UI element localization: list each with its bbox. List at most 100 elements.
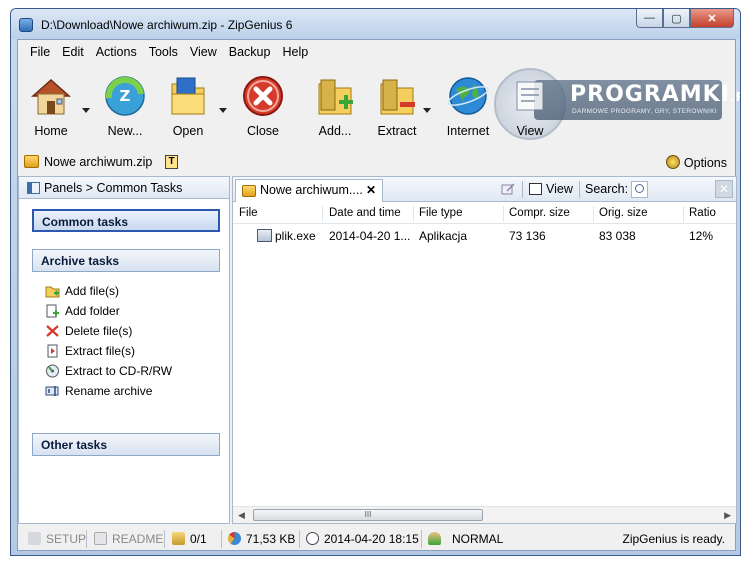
view-mode-button[interactable]: View [529, 182, 573, 196]
zipgenius-app-icon[interactable] [19, 18, 33, 32]
internet-globe-icon [446, 74, 490, 118]
menu-actions[interactable]: Actions [90, 42, 143, 62]
menu-bar: File Edit Actions Tools View Backup Help [18, 42, 314, 62]
status-separator [164, 530, 165, 548]
menu-view[interactable]: View [184, 42, 223, 62]
menu-edit[interactable]: Edit [56, 42, 90, 62]
file-count: 0/1 [172, 532, 207, 546]
options-button[interactable]: Options [665, 155, 727, 170]
panels-breadcrumb[interactable]: Panels > Common Tasks [19, 177, 229, 199]
edit-note-icon[interactable] [501, 183, 515, 195]
archive-bar: Nowe archiwum.zip T Options [18, 152, 735, 174]
options-gear-icon [665, 155, 680, 169]
add-folder-icon [45, 304, 60, 318]
cd-burn-icon [45, 364, 60, 378]
files-icon [172, 532, 185, 545]
close-window-button[interactable]: ✕ [690, 9, 734, 28]
task-add-files[interactable]: Add file(s) [45, 284, 119, 298]
status-message: ZipGenius is ready. [622, 532, 726, 546]
column-ratio[interactable]: Ratio [689, 207, 716, 219]
horizontal-scrollbar[interactable]: ◀ III ▶ [233, 506, 736, 523]
column-compr-size[interactable]: Compr. size [509, 207, 570, 219]
column-separator[interactable] [683, 206, 684, 222]
task-add-folder-label: Add folder [65, 304, 120, 318]
add-files-button[interactable]: Add... [308, 74, 362, 144]
window-title: D:\Download\Nowe archiwum.zip - ZipGeniu… [41, 18, 293, 32]
internet-label: Internet [446, 124, 490, 138]
task-delete-files[interactable]: Delete file(s) [45, 324, 132, 338]
minimize-button[interactable]: — [636, 9, 663, 28]
common-tasks-header[interactable]: Common tasks [32, 209, 220, 232]
scroll-thumb[interactable]: III [253, 509, 483, 521]
column-orig-size[interactable]: Orig. size [599, 207, 648, 219]
tab-close-icon[interactable]: ✕ [366, 183, 376, 197]
task-extract-to-cd[interactable]: Extract to CD-R/RW [45, 364, 172, 378]
app-window: D:\Download\Nowe archiwum.zip - ZipGeniu… [10, 8, 741, 556]
main-toolbar: Home Z New... Open Close Add... Extract … [18, 64, 740, 150]
setup-button[interactable]: SETUP [28, 532, 86, 546]
home-button[interactable]: Home [24, 74, 78, 144]
view-button[interactable]: View [506, 74, 554, 144]
maximize-button[interactable]: ▢ [663, 9, 690, 28]
toolbar-separator [579, 181, 580, 198]
menu-file[interactable]: File [24, 42, 56, 62]
other-tasks-header[interactable]: Other tasks [32, 433, 220, 456]
task-extract-files[interactable]: Extract file(s) [45, 344, 135, 358]
cell-ratio: 12% [689, 229, 714, 243]
cell-compr-size: 73 136 [509, 229, 546, 243]
status-bar: SETUP README 0/1 71,53 KB 2014-04-20 18:… [18, 528, 735, 550]
title-bar[interactable]: D:\Download\Nowe archiwum.zip - ZipGeniu… [11, 9, 740, 39]
add-files-icon [313, 74, 357, 118]
column-separator[interactable] [593, 206, 594, 222]
delete-icon [45, 324, 60, 338]
open-dropdown-arrow-icon[interactable] [219, 108, 227, 113]
scroll-right-icon[interactable]: ▶ [724, 510, 731, 521]
logo-tagline: DARMOWE PROGRAMY, GRY, STEROWNIKI [572, 108, 717, 115]
column-file[interactable]: File [239, 207, 258, 219]
task-delete-files-label: Delete file(s) [65, 324, 133, 338]
task-extract-to-cd-label: Extract to CD-R/RW [65, 364, 173, 378]
add-files-label: Add... [318, 124, 352, 138]
svg-text:Z: Z [120, 87, 131, 105]
extract-dropdown-arrow-icon[interactable] [423, 108, 431, 113]
archive-tasks-header[interactable]: Archive tasks [32, 249, 220, 272]
user-mode-value: NORMAL [452, 532, 504, 546]
close-archive-icon [241, 74, 285, 118]
column-separator[interactable] [503, 206, 504, 222]
tab-strip: Nowe archiwum.... ✕ View Search: ✕ [233, 177, 736, 202]
user-mode: NORMAL [428, 532, 503, 546]
close-panel-icon[interactable]: ✕ [715, 180, 733, 198]
task-rename-archive[interactable]: Rename archive [45, 384, 152, 398]
menu-tools[interactable]: Tools [143, 42, 184, 62]
menu-help[interactable]: Help [276, 42, 314, 62]
client-area: File Edit Actions Tools View Backup Help [17, 39, 740, 551]
column-type[interactable]: File type [419, 207, 462, 219]
search-icon[interactable] [631, 181, 648, 198]
table-row[interactable]: plik.exe 2014-04-20 1... Aplikacja 73 13… [233, 226, 736, 246]
tab-archive[interactable]: Nowe archiwum.... ✕ [235, 179, 383, 202]
open-button[interactable]: Open [161, 74, 215, 144]
tasks-panel: Panels > Common Tasks Common tasks Archi… [18, 176, 230, 524]
view-mode-icon [529, 183, 542, 195]
readme-label: README [112, 532, 164, 546]
extract-button[interactable]: Extract [370, 74, 424, 144]
column-separator[interactable] [322, 206, 323, 222]
logo-brand: PROGRAMKI.PL [570, 82, 740, 107]
archive-size: 71,53 KB [228, 532, 295, 546]
task-add-folder[interactable]: Add folder [45, 304, 120, 318]
archive-name[interactable]: Nowe archiwum.zip [44, 155, 152, 169]
readme-button[interactable]: README [94, 532, 163, 546]
column-date[interactable]: Date and time [329, 207, 401, 219]
new-archive-button[interactable]: Z New... [98, 74, 152, 144]
home-dropdown-arrow-icon[interactable] [82, 108, 90, 113]
close-archive-button[interactable]: Close [236, 74, 290, 144]
close-archive-label: Close [247, 124, 279, 138]
menu-backup[interactable]: Backup [223, 42, 277, 62]
logo-brand-text: PROGRAMKI [570, 82, 730, 107]
scroll-left-icon[interactable]: ◀ [238, 510, 245, 521]
internet-button[interactable]: Internet [438, 74, 498, 144]
column-separator[interactable] [413, 206, 414, 222]
text-comment-icon[interactable]: T [165, 155, 178, 169]
archive-datetime: 2014-04-20 18:15 [306, 532, 419, 546]
home-icon [29, 74, 73, 118]
